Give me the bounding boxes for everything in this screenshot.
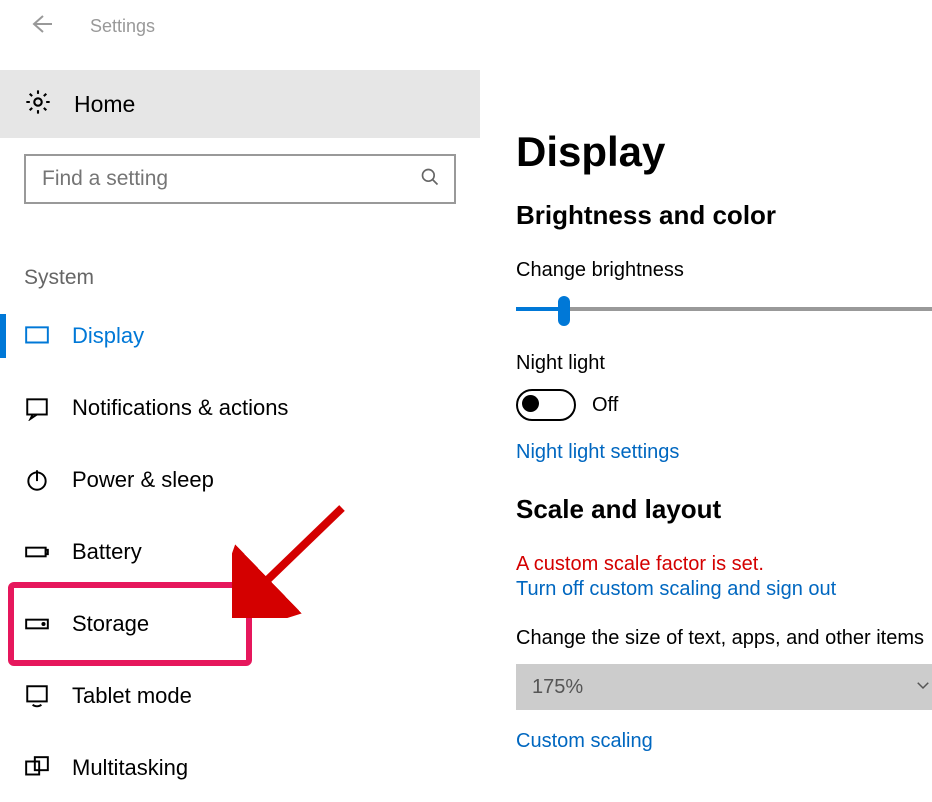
notifications-icon — [24, 395, 50, 421]
custom-scale-warning: A custom scale factor is set. — [516, 553, 932, 576]
night-light-settings-link[interactable]: Night light settings — [516, 441, 932, 464]
sidebar-item-notifications[interactable]: Notifications & actions — [0, 372, 480, 444]
sidebar-item-tablet[interactable]: Tablet mode — [0, 660, 480, 732]
turn-off-scaling-link[interactable]: Turn off custom scaling and sign out — [516, 578, 932, 601]
gear-icon — [24, 88, 52, 121]
header-title: Settings — [90, 16, 155, 37]
sidebar-item-label: Multitasking — [72, 755, 188, 781]
sidebar-item-label: Battery — [72, 539, 142, 565]
chevron-down-icon — [914, 676, 932, 699]
change-brightness-label: Change brightness — [516, 259, 932, 282]
battery-icon — [24, 539, 50, 565]
back-icon[interactable] — [28, 12, 52, 41]
sidebar-item-battery[interactable]: Battery — [0, 516, 480, 588]
tablet-icon — [24, 683, 50, 709]
change-size-label: Change the size of text, apps, and other… — [516, 627, 932, 650]
display-icon — [24, 323, 50, 349]
sidebar: Home System Display Notifications & acti… — [0, 52, 480, 802]
header: Settings — [0, 0, 932, 52]
night-light-label: Night light — [516, 352, 932, 375]
scale-dropdown[interactable]: 175% — [516, 664, 932, 710]
section-label: System — [24, 266, 480, 290]
section-brightness: Brightness and color — [516, 200, 932, 231]
night-light-state: Off — [592, 394, 618, 417]
sidebar-item-storage[interactable]: Storage — [0, 588, 480, 660]
sidebar-item-label: Storage — [72, 611, 149, 637]
sidebar-item-display[interactable]: Display — [0, 300, 480, 372]
sidebar-item-power[interactable]: Power & sleep — [0, 444, 480, 516]
custom-scaling-link[interactable]: Custom scaling — [516, 730, 932, 753]
search-icon — [420, 167, 440, 192]
sidebar-item-label: Notifications & actions — [72, 395, 288, 421]
page-title: Display — [516, 128, 932, 176]
sidebar-item-label: Tablet mode — [72, 683, 192, 709]
sidebar-item-label: Display — [72, 323, 144, 349]
main-content: Display Brightness and color Change brig… — [480, 52, 932, 802]
section-scale: Scale and layout — [516, 494, 932, 525]
home-label: Home — [74, 91, 135, 118]
search-input[interactable] — [24, 154, 456, 204]
power-icon — [24, 467, 50, 493]
multitasking-icon — [24, 755, 50, 781]
sidebar-item-label: Power & sleep — [72, 467, 214, 493]
home-button[interactable]: Home — [0, 70, 480, 138]
scale-value: 175% — [532, 676, 583, 699]
brightness-slider[interactable] — [516, 296, 932, 324]
sidebar-item-multitasking[interactable]: Multitasking — [0, 732, 480, 802]
storage-icon — [24, 611, 50, 637]
night-light-toggle[interactable] — [516, 389, 576, 421]
